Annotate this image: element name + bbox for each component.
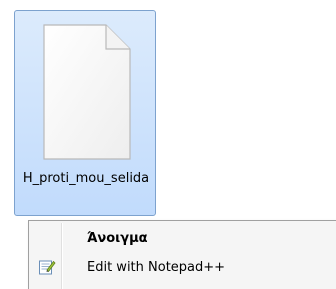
blank-document-icon	[43, 24, 131, 160]
file-name-label: H_proti_mou_selida	[22, 171, 150, 186]
menu-item-label: Edit with Notepad++	[87, 259, 226, 275]
menu-item-open[interactable]: Άνοιγμα	[31, 224, 336, 252]
menu-item-label: Άνοιγμα	[87, 230, 148, 246]
notepad-plus-plus-icon	[39, 260, 56, 275]
menu-item-icon-slot	[31, 224, 63, 252]
file-item-selected[interactable]: H_proti_mou_selida	[14, 10, 156, 216]
context-menu: Άνοιγμα Edit with Notepad++	[28, 220, 336, 289]
desktop: H_proti_mou_selida Άνοιγμα Edit with Not…	[0, 0, 336, 289]
menu-item-edit-with-notepad[interactable]: Edit with Notepad++	[31, 253, 336, 281]
